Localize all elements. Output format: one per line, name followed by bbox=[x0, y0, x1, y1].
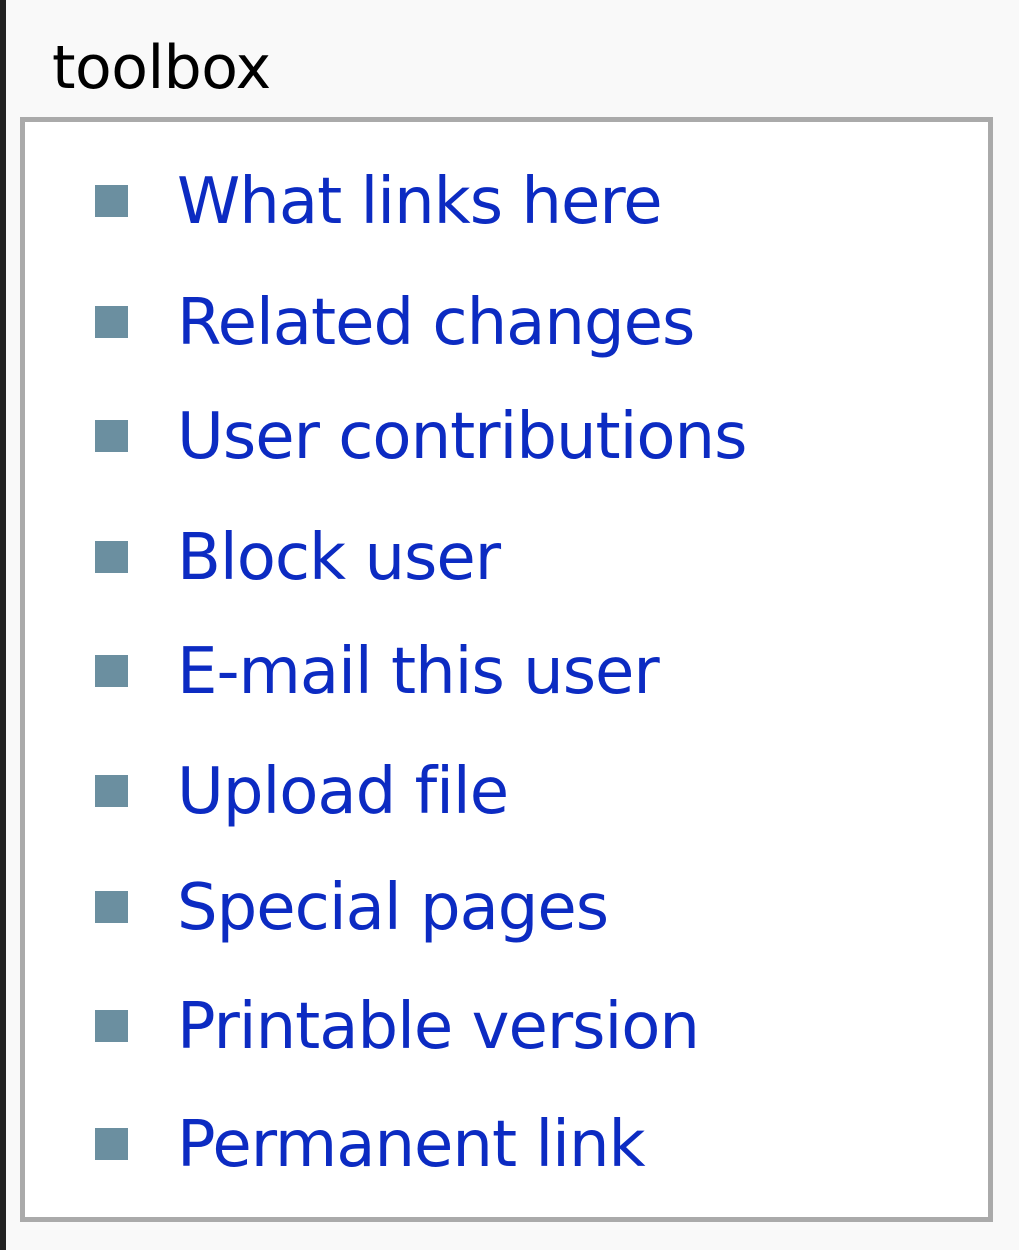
related-changes-link[interactable]: Related changes bbox=[177, 283, 695, 363]
content-border-line bbox=[0, 0, 6, 1250]
toolbox-item-email-this-user: E-mail this user bbox=[25, 632, 925, 712]
what-links-here-link[interactable]: What links here bbox=[177, 162, 663, 242]
square-bullet-icon bbox=[95, 891, 128, 923]
toolbox-item-what-links-here: What links here bbox=[25, 162, 925, 242]
toolbox-item-block-user: Block user bbox=[25, 518, 925, 598]
toolbox-item-user-contributions: User contributions bbox=[25, 397, 925, 477]
toolbox-item-printable-version: Printable version bbox=[25, 987, 925, 1067]
email-this-user-link[interactable]: E-mail this user bbox=[177, 632, 660, 712]
toolbox-item-related-changes: Related changes bbox=[25, 283, 925, 363]
toolbox-item-permanent-link: Permanent link bbox=[25, 1105, 925, 1185]
special-pages-link[interactable]: Special pages bbox=[177, 868, 609, 948]
portlet-body: What links here Related changes User con… bbox=[20, 117, 993, 1222]
toolbox-item-special-pages: Special pages bbox=[25, 868, 925, 948]
square-bullet-icon bbox=[95, 541, 128, 573]
square-bullet-icon bbox=[95, 655, 128, 687]
block-user-link[interactable]: Block user bbox=[177, 518, 501, 598]
square-bullet-icon bbox=[95, 1128, 128, 1160]
square-bullet-icon bbox=[95, 775, 128, 807]
square-bullet-icon bbox=[95, 185, 128, 217]
square-bullet-icon bbox=[95, 420, 128, 452]
user-contributions-link[interactable]: User contributions bbox=[177, 397, 747, 477]
printable-version-link[interactable]: Printable version bbox=[177, 987, 700, 1067]
toolbox-item-upload-file: Upload file bbox=[25, 752, 925, 832]
square-bullet-icon bbox=[95, 1010, 128, 1042]
permanent-link-link[interactable]: Permanent link bbox=[177, 1105, 646, 1185]
portlet-title: toolbox bbox=[52, 33, 271, 103]
toolbox-portlet: toolbox What links here Related changes … bbox=[0, 0, 1019, 1250]
upload-file-link[interactable]: Upload file bbox=[177, 752, 509, 832]
square-bullet-icon bbox=[95, 306, 128, 338]
